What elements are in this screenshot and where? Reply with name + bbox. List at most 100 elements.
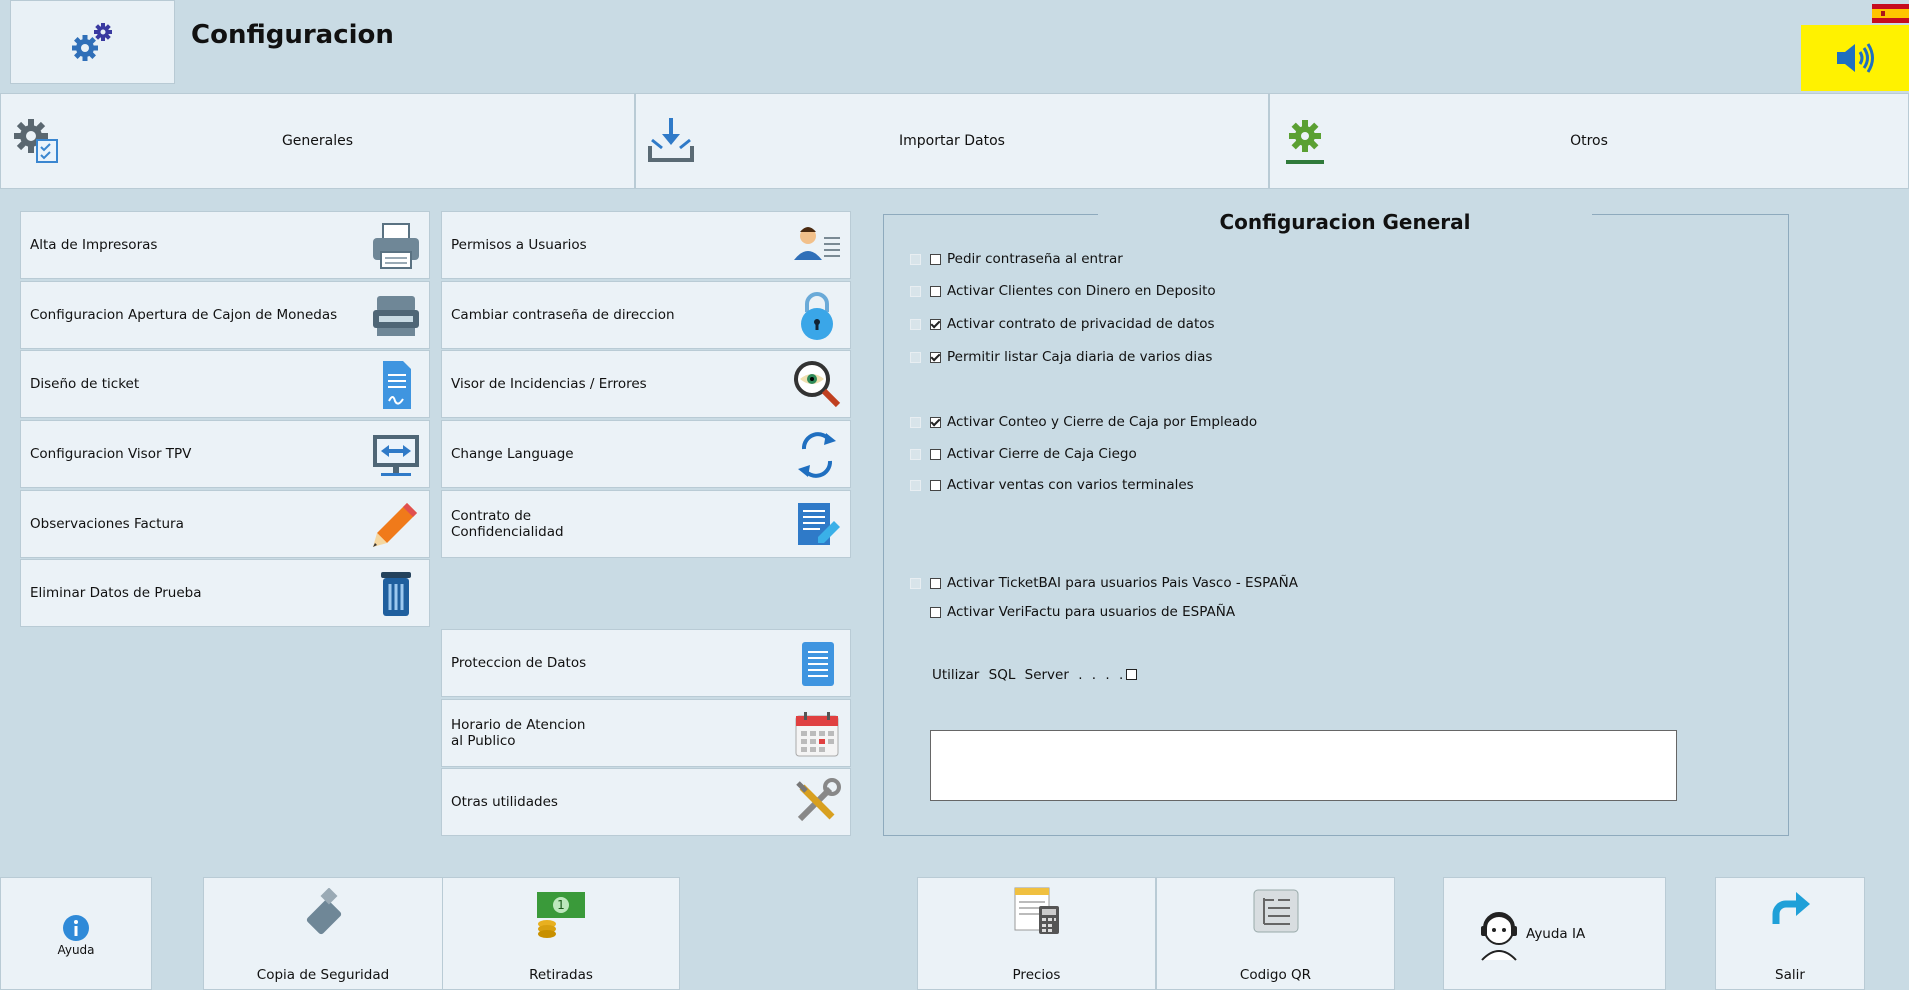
ghost-checkbox — [910, 480, 921, 491]
button-label: Copia de Seguridad — [256, 967, 390, 983]
checkbox[interactable] — [930, 479, 941, 491]
option-label: Activar Conteo y Cierre de Caja por Empl… — [947, 414, 1258, 430]
user-permissions-icon — [794, 227, 840, 260]
eliminar-datos-prueba-button[interactable]: Eliminar Datos de Prueba — [20, 559, 430, 627]
settings-header-icon — [10, 0, 175, 84]
tab-label: Importar Datos — [899, 133, 1005, 149]
ayuda-button[interactable]: Ayuda — [0, 877, 152, 990]
alta-impresoras-button[interactable]: Alta de Impresoras — [20, 211, 430, 279]
checkbox[interactable] — [930, 351, 941, 363]
gears-icon — [71, 23, 112, 61]
tab-generales[interactable]: Generales — [0, 93, 635, 189]
ayuda-ia-button[interactable]: Ayuda IA — [1443, 877, 1666, 990]
speaker-icon — [1837, 43, 1874, 73]
checkbox[interactable] — [930, 318, 941, 330]
config-text-area[interactable] — [930, 730, 1677, 801]
gear-checklist-icon — [14, 119, 58, 163]
option-label: Activar ventas con varios terminales — [947, 477, 1194, 493]
option-label: Activar VeriFactu para usuarios de ESPAÑ… — [947, 604, 1236, 620]
menu-label: Change Language — [451, 446, 574, 462]
tab-importar-datos[interactable]: Importar Datos — [635, 93, 1269, 189]
ghost-checkbox — [910, 286, 921, 297]
codigo-qr-button[interactable]: Codigo QR — [1156, 877, 1395, 990]
import-download-icon — [648, 118, 694, 162]
ai-assistant-icon — [1481, 912, 1517, 961]
permisos-usuarios-button[interactable]: Permisos a Usuarios — [441, 211, 851, 279]
button-label: Codigo QR — [1239, 967, 1312, 983]
exit-arrow-icon — [1772, 892, 1810, 924]
cambiar-contrasena-button[interactable]: Cambiar contraseña de direccion — [441, 281, 851, 349]
trash-icon — [381, 572, 411, 616]
option-label: Activar Cierre de Caja Ciego — [947, 446, 1137, 462]
option-label: Activar TicketBAI para usuarios Pais Vas… — [947, 575, 1298, 591]
menu-label: Configuracion Visor TPV — [30, 446, 192, 462]
precios-button[interactable]: Precios — [917, 877, 1156, 990]
calendar-icon — [795, 712, 839, 757]
ghost-checkbox — [910, 319, 921, 330]
option-label: Activar contrato de privacidad de datos — [947, 316, 1215, 332]
ghost-checkbox — [910, 352, 921, 363]
horario-atencion-button[interactable]: Horario de Atencion al Publico — [441, 699, 851, 767]
tab-otros[interactable]: Otros — [1269, 93, 1909, 189]
sound-button[interactable] — [1801, 25, 1909, 91]
option-conteo-cierre-empleado[interactable]: Activar Conteo y Cierre de Caja por Empl… — [930, 414, 1257, 430]
magnifier-eye-icon — [794, 361, 841, 408]
checkbox[interactable] — [930, 416, 941, 428]
menu-label: Horario de Atencion al Publico — [451, 717, 586, 749]
menu-label: Permisos a Usuarios — [451, 237, 587, 253]
sql-server-checkbox[interactable] — [1126, 669, 1137, 680]
checkbox[interactable] — [930, 448, 941, 460]
option-contrato-privacidad[interactable]: Activar contrato de privacidad de datos — [930, 316, 1215, 332]
option-varios-terminales[interactable]: Activar ventas con varios terminales — [930, 477, 1194, 493]
checkbox[interactable] — [930, 577, 941, 589]
spain-flag-icon[interactable] — [1872, 4, 1909, 23]
change-language-button[interactable]: Change Language — [441, 420, 851, 488]
button-label: Retiradas — [529, 967, 593, 983]
gear-icon — [1286, 120, 1324, 164]
ghost-checkbox — [910, 417, 921, 428]
checkbox[interactable] — [930, 285, 941, 297]
menu-label: Eliminar Datos de Prueba — [30, 585, 202, 601]
salir-button[interactable]: Salir — [1715, 877, 1865, 990]
monitor-icon — [373, 435, 419, 476]
price-calculator-icon — [1014, 887, 1059, 934]
option-listar-caja-diaria[interactable]: Permitir listar Caja diaria de varios di… — [930, 349, 1212, 365]
pencil-icon — [373, 503, 417, 547]
observaciones-factura-button[interactable]: Observaciones Factura — [20, 490, 430, 558]
visor-tpv-button[interactable]: Configuracion Visor TPV — [20, 420, 430, 488]
diseno-ticket-button[interactable]: Diseño de ticket — [20, 350, 430, 418]
data-document-icon — [802, 642, 834, 686]
option-ticketbai[interactable]: Activar TicketBAI para usuarios Pais Vas… — [930, 575, 1298, 591]
menu-label: Contrato de Confidencialidad — [451, 508, 564, 540]
money-icon: 1 — [537, 892, 585, 938]
ticket-document-icon — [383, 361, 411, 409]
option-pedir-contrasena[interactable]: Pedir contraseña al entrar — [930, 251, 1123, 267]
refresh-arrows-icon — [798, 432, 836, 478]
checkbox[interactable] — [930, 253, 941, 265]
sql-server-label: Utilizar SQL Server . . . . — [932, 667, 1124, 683]
menu-label: Proteccion de Datos — [451, 655, 587, 671]
otras-utilidades-button[interactable]: Otras utilidades — [441, 768, 851, 836]
printer-icon — [373, 223, 419, 269]
qr-code-icon — [1253, 889, 1298, 933]
retiradas-button[interactable]: 1 Retiradas — [442, 877, 680, 990]
menu-label: Diseño de ticket — [30, 376, 140, 392]
contrato-confidencialidad-button[interactable]: Contrato de Confidencialidad — [441, 490, 851, 558]
menu-label: Configuracion Apertura de Cajon de Moned… — [30, 307, 338, 323]
cajon-monedas-button[interactable]: Configuracion Apertura de Cajon de Moned… — [20, 281, 430, 349]
lock-icon — [801, 292, 833, 340]
info-icon — [63, 915, 89, 941]
checkbox[interactable] — [930, 606, 941, 618]
proteccion-datos-button[interactable]: Proteccion de Datos — [441, 629, 851, 697]
ghost-checkbox — [910, 578, 921, 589]
visor-incidencias-button[interactable]: Visor de Incidencias / Errores — [441, 350, 851, 418]
menu-label: Otras utilidades — [451, 794, 558, 810]
button-label: Precios — [1012, 967, 1061, 983]
option-cierre-caja-ciego[interactable]: Activar Cierre de Caja Ciego — [930, 446, 1137, 462]
tab-label: Generales — [281, 133, 354, 149]
option-label: Permitir listar Caja diaria de varios di… — [947, 349, 1213, 365]
option-clientes-dinero-deposito[interactable]: Activar Clientes con Dinero en Deposito — [930, 283, 1216, 299]
tab-label: Otros — [1570, 133, 1608, 149]
option-verifactu[interactable]: Activar VeriFactu para usuarios de ESPAÑ… — [930, 604, 1235, 620]
copia-seguridad-button[interactable]: Copia de Seguridad — [203, 877, 443, 990]
